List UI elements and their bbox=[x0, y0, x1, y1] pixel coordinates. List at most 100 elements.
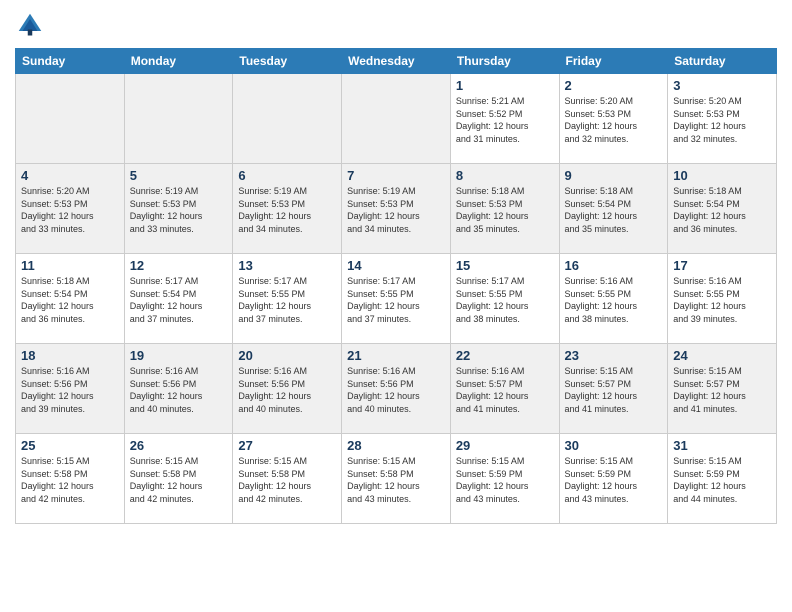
week-row-2: 4 Sunrise: 5:20 AMSunset: 5:53 PMDaylight… bbox=[16, 164, 777, 254]
day-cell: 11 Sunrise: 5:18 AMSunset: 5:54 PMDayligh… bbox=[16, 254, 125, 344]
day-cell: 6Sunrise: 5:19 AMSunset: 5:53 PMDaylight… bbox=[233, 164, 342, 254]
calendar-table: SundayMondayTuesdayWednesdayThursdayFrid… bbox=[15, 48, 777, 524]
day-cell: 8 Sunrise: 5:18 AMSunset: 5:53 PMDaylight… bbox=[450, 164, 559, 254]
day-cell: 15 Sunrise: 5:17 AMSunset: 5:55 PMDayligh… bbox=[450, 254, 559, 344]
day-header-monday: Monday bbox=[124, 49, 233, 74]
week-row-3: 11 Sunrise: 5:18 AMSunset: 5:54 PMDayligh… bbox=[16, 254, 777, 344]
day-cell: 17 Sunrise: 5:16 AMSunset: 5:55 PMDayligh… bbox=[668, 254, 777, 344]
day-number: 3 bbox=[673, 78, 771, 93]
day-info: Sunrise: 5:16 AMSunset: 5:55 PMDaylight:… bbox=[673, 275, 771, 325]
page-header bbox=[15, 10, 777, 40]
day-number: 14 bbox=[347, 258, 445, 273]
day-cell: 29 Sunrise: 5:15 AMSunset: 5:59 PMDayligh… bbox=[450, 434, 559, 524]
day-info: Sunrise: 5:16 AMSunset: 5:57 PMDaylight:… bbox=[456, 365, 554, 415]
day-cell: 23 Sunrise: 5:15 AMSunset: 5:57 PMDayligh… bbox=[559, 344, 668, 434]
day-cell: 28 Sunrise: 5:15 AMSunset: 5:58 PMDayligh… bbox=[342, 434, 451, 524]
day-cell: 19 Sunrise: 5:16 AMSunset: 5:56 PMDayligh… bbox=[124, 344, 233, 434]
day-cell: 9 Sunrise: 5:18 AMSunset: 5:54 PMDaylight… bbox=[559, 164, 668, 254]
day-cell: 30 Sunrise: 5:15 AMSunset: 5:59 PMDayligh… bbox=[559, 434, 668, 524]
day-info: Sunrise: 5:16 AMSunset: 5:56 PMDaylight:… bbox=[130, 365, 228, 415]
day-header-sunday: Sunday bbox=[16, 49, 125, 74]
day-number: 25 bbox=[21, 438, 119, 453]
day-number: 4 bbox=[21, 168, 119, 183]
day-number: 20 bbox=[238, 348, 336, 363]
week-row-1: 1Sunrise: 5:21 AMSunset: 5:52 PMDaylight… bbox=[16, 74, 777, 164]
day-cell: 18 Sunrise: 5:16 AMSunset: 5:56 PMDayligh… bbox=[16, 344, 125, 434]
day-header-thursday: Thursday bbox=[450, 49, 559, 74]
day-info: Sunrise: 5:16 AMSunset: 5:56 PMDaylight:… bbox=[21, 365, 119, 415]
day-number: 10 bbox=[673, 168, 771, 183]
day-cell: 20 Sunrise: 5:16 AMSunset: 5:56 PMDayligh… bbox=[233, 344, 342, 434]
day-info: Sunrise: 5:19 AMSunset: 5:53 PMDaylight:… bbox=[238, 185, 336, 235]
day-number: 29 bbox=[456, 438, 554, 453]
day-info: Sunrise: 5:16 AMSunset: 5:56 PMDaylight:… bbox=[238, 365, 336, 415]
day-cell: 16 Sunrise: 5:16 AMSunset: 5:55 PMDayligh… bbox=[559, 254, 668, 344]
header-row: SundayMondayTuesdayWednesdayThursdayFrid… bbox=[16, 49, 777, 74]
day-cell: 4 Sunrise: 5:20 AMSunset: 5:53 PMDaylight… bbox=[16, 164, 125, 254]
day-info: Sunrise: 5:20 AMSunset: 5:53 PMDaylight:… bbox=[21, 185, 119, 235]
day-cell: 13Sunrise: 5:17 AMSunset: 5:55 PMDayligh… bbox=[233, 254, 342, 344]
day-cell: 21 Sunrise: 5:16 AMSunset: 5:56 PMDayligh… bbox=[342, 344, 451, 434]
day-info: Sunrise: 5:20 AMSunset: 5:53 PMDaylight:… bbox=[673, 95, 771, 145]
day-number: 21 bbox=[347, 348, 445, 363]
day-info: Sunrise: 5:15 AMSunset: 5:59 PMDaylight:… bbox=[456, 455, 554, 505]
day-cell: 3 Sunrise: 5:20 AMSunset: 5:53 PMDaylight… bbox=[668, 74, 777, 164]
day-info: Sunrise: 5:16 AMSunset: 5:55 PMDaylight:… bbox=[565, 275, 663, 325]
day-cell: 27Sunrise: 5:15 AMSunset: 5:58 PMDayligh… bbox=[233, 434, 342, 524]
day-cell: 5Sunrise: 5:19 AMSunset: 5:53 PMDaylight… bbox=[124, 164, 233, 254]
day-number: 18 bbox=[21, 348, 119, 363]
day-number: 23 bbox=[565, 348, 663, 363]
day-header-tuesday: Tuesday bbox=[233, 49, 342, 74]
day-info: Sunrise: 5:18 AMSunset: 5:54 PMDaylight:… bbox=[565, 185, 663, 235]
day-cell: 26Sunrise: 5:15 AMSunset: 5:58 PMDayligh… bbox=[124, 434, 233, 524]
day-info: Sunrise: 5:18 AMSunset: 5:53 PMDaylight:… bbox=[456, 185, 554, 235]
day-info: Sunrise: 5:15 AMSunset: 5:57 PMDaylight:… bbox=[565, 365, 663, 415]
day-number: 26 bbox=[130, 438, 228, 453]
day-number: 30 bbox=[565, 438, 663, 453]
page-container: SundayMondayTuesdayWednesdayThursdayFrid… bbox=[0, 0, 792, 534]
day-number: 16 bbox=[565, 258, 663, 273]
day-cell: 31 Sunrise: 5:15 AMSunset: 5:59 PMDayligh… bbox=[668, 434, 777, 524]
day-info: Sunrise: 5:16 AMSunset: 5:56 PMDaylight:… bbox=[347, 365, 445, 415]
day-cell bbox=[342, 74, 451, 164]
day-header-saturday: Saturday bbox=[668, 49, 777, 74]
day-cell bbox=[16, 74, 125, 164]
week-row-4: 18 Sunrise: 5:16 AMSunset: 5:56 PMDayligh… bbox=[16, 344, 777, 434]
day-cell bbox=[233, 74, 342, 164]
day-info: Sunrise: 5:15 AMSunset: 5:58 PMDaylight:… bbox=[347, 455, 445, 505]
day-cell: 25Sunrise: 5:15 AMSunset: 5:58 PMDayligh… bbox=[16, 434, 125, 524]
day-number: 27 bbox=[238, 438, 336, 453]
day-number: 24 bbox=[673, 348, 771, 363]
day-cell: 10 Sunrise: 5:18 AMSunset: 5:54 PMDayligh… bbox=[668, 164, 777, 254]
day-info: Sunrise: 5:15 AMSunset: 5:57 PMDaylight:… bbox=[673, 365, 771, 415]
day-number: 11 bbox=[21, 258, 119, 273]
day-number: 1 bbox=[456, 78, 554, 93]
day-number: 19 bbox=[130, 348, 228, 363]
day-info: Sunrise: 5:17 AMSunset: 5:55 PMDaylight:… bbox=[456, 275, 554, 325]
day-cell: 22 Sunrise: 5:16 AMSunset: 5:57 PMDayligh… bbox=[450, 344, 559, 434]
day-cell: 14 Sunrise: 5:17 AMSunset: 5:55 PMDayligh… bbox=[342, 254, 451, 344]
day-cell: 7 Sunrise: 5:19 AMSunset: 5:53 PMDaylight… bbox=[342, 164, 451, 254]
day-info: Sunrise: 5:17 AMSunset: 5:55 PMDaylight:… bbox=[347, 275, 445, 325]
day-info: Sunrise: 5:20 AMSunset: 5:53 PMDaylight:… bbox=[565, 95, 663, 145]
day-info: Sunrise: 5:15 AMSunset: 5:59 PMDaylight:… bbox=[565, 455, 663, 505]
day-info: Sunrise: 5:17 AMSunset: 5:54 PMDaylight:… bbox=[130, 275, 228, 325]
day-number: 12 bbox=[130, 258, 228, 273]
day-info: Sunrise: 5:18 AMSunset: 5:54 PMDaylight:… bbox=[673, 185, 771, 235]
logo-icon bbox=[15, 10, 45, 40]
day-number: 17 bbox=[673, 258, 771, 273]
day-number: 15 bbox=[456, 258, 554, 273]
logo bbox=[15, 10, 49, 40]
day-number: 22 bbox=[456, 348, 554, 363]
day-info: Sunrise: 5:18 AMSunset: 5:54 PMDaylight:… bbox=[21, 275, 119, 325]
day-info: Sunrise: 5:19 AMSunset: 5:53 PMDaylight:… bbox=[130, 185, 228, 235]
day-number: 2 bbox=[565, 78, 663, 93]
day-info: Sunrise: 5:15 AMSunset: 5:59 PMDaylight:… bbox=[673, 455, 771, 505]
day-number: 31 bbox=[673, 438, 771, 453]
day-info: Sunrise: 5:17 AMSunset: 5:55 PMDaylight:… bbox=[238, 275, 336, 325]
day-number: 8 bbox=[456, 168, 554, 183]
day-number: 28 bbox=[347, 438, 445, 453]
day-info: Sunrise: 5:19 AMSunset: 5:53 PMDaylight:… bbox=[347, 185, 445, 235]
day-number: 9 bbox=[565, 168, 663, 183]
day-number: 7 bbox=[347, 168, 445, 183]
